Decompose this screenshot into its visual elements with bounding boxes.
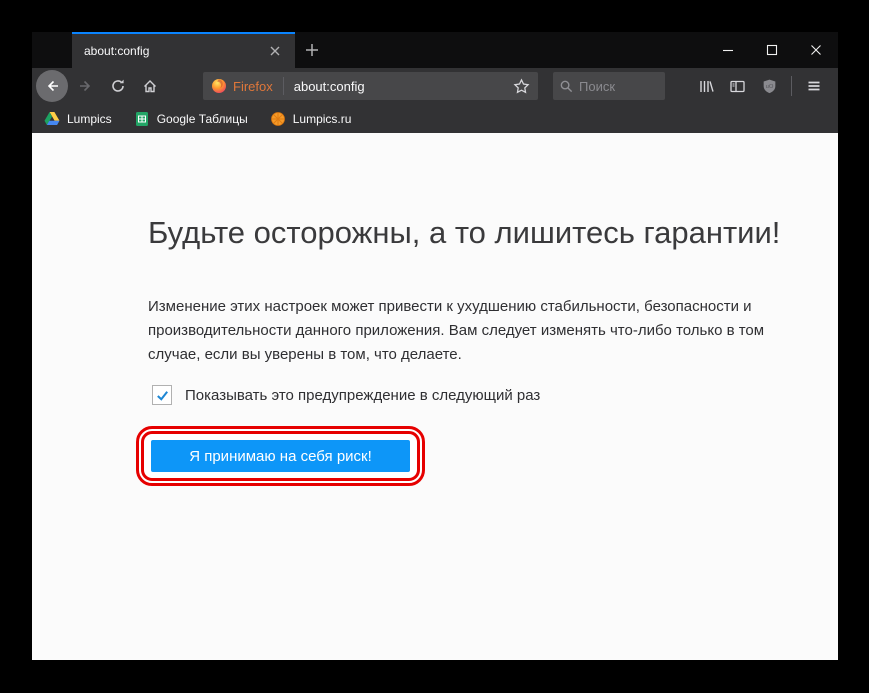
identity-badge[interactable]: Firefox [211,78,273,94]
bookmark-lumpics[interactable]: Lumpics [44,111,112,126]
url-value: about:config [294,79,513,94]
svg-text:uO: uO [765,84,773,90]
bookmark-label: Lumpics [67,112,112,126]
close-window-icon[interactable] [794,32,838,68]
minimize-icon[interactable] [706,32,750,68]
firefox-window: about:config [32,32,838,660]
window-controls [706,32,838,68]
library-icon[interactable] [689,70,721,102]
about-config-warning-page: Будьте осторожны, а то лишитесь гарантии… [32,133,838,660]
back-button[interactable] [34,70,70,102]
show-warning-row: Показывать это предупреждение в следующи… [152,385,798,405]
maximize-icon[interactable] [750,32,794,68]
ublock-shield-icon[interactable]: uO [753,70,785,102]
show-warning-label[interactable]: Показывать это предупреждение в следующи… [185,387,540,404]
reload-icon[interactable] [102,70,134,102]
show-warning-checkbox[interactable] [152,385,172,405]
bookmark-label: Google Таблицы [157,112,248,126]
tab-bar: about:config [32,32,838,68]
back-icon [36,70,68,102]
red-highlight-annotation: Я принимаю на себя риск! [136,426,425,486]
tab-close-icon[interactable] [263,39,287,63]
toolbar-separator [791,76,792,96]
accept-risk-button[interactable]: Я принимаю на себя риск! [151,440,410,472]
search-input[interactable] [579,79,649,94]
toolbar-right-icons: uO [689,70,838,102]
red-highlight-annotation-inner: Я принимаю на себя риск! [141,431,420,481]
firefox-logo-icon [211,78,227,94]
url-separator [283,77,284,95]
sidebar-icon[interactable] [721,70,753,102]
bookmark-google-tables[interactable]: Google Таблицы [134,111,248,127]
menu-hamburger-icon[interactable] [798,70,830,102]
bookmark-label: Lumpics.ru [293,112,352,126]
navigation-toolbar: Firefox about:config uO [32,68,838,104]
forward-icon[interactable] [70,70,102,102]
search-bar[interactable] [553,72,665,100]
google-drive-icon [44,111,60,126]
google-sheets-icon [134,111,150,127]
tab-title: about:config [84,44,263,58]
checkmark-icon [155,388,170,403]
new-tab-icon[interactable] [295,32,329,68]
url-bar[interactable]: Firefox about:config [203,72,538,100]
bookmark-lumpics-ru[interactable]: Lumpics.ru [270,111,352,127]
page-title: Будьте осторожны, а то лишитесь гарантии… [148,215,798,251]
search-icon [559,79,574,94]
bookmarks-toolbar: Lumpics Google Таблицы Lumpics.ru [32,104,838,133]
warning-text: Изменение этих настроек может привести к… [148,295,778,367]
home-icon[interactable] [134,70,166,102]
identity-label: Firefox [233,79,273,94]
tab-about-config[interactable]: about:config [72,32,295,68]
bookmark-star-icon[interactable] [513,78,530,95]
orange-icon [270,111,286,127]
